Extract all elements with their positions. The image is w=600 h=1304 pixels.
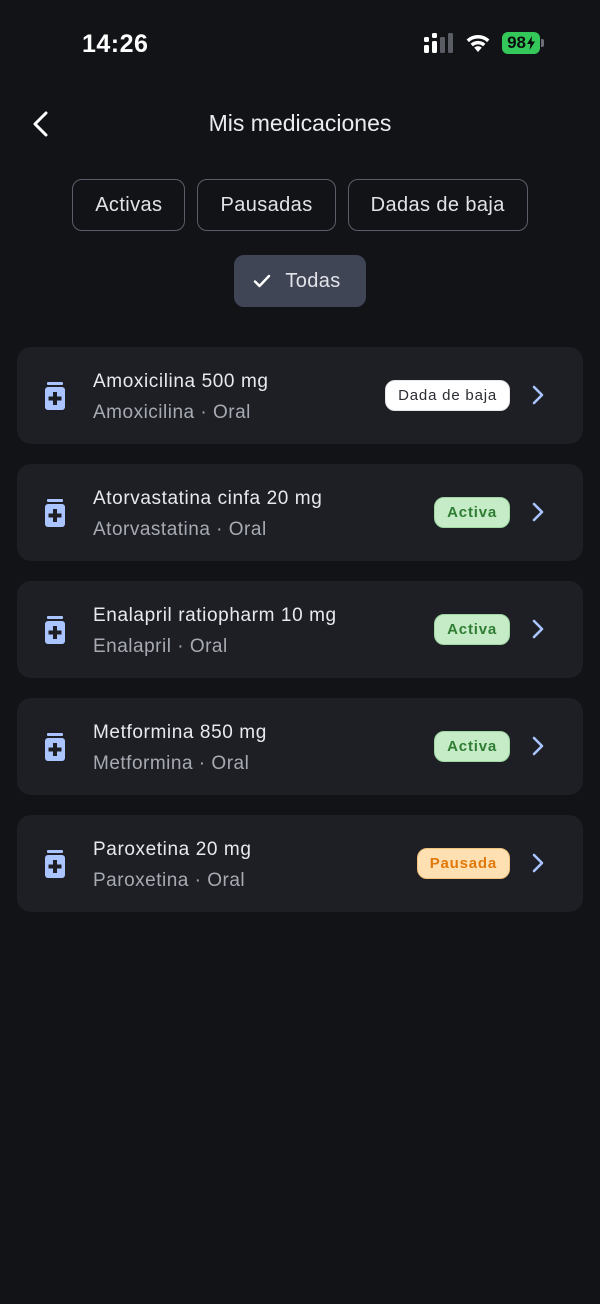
status-bar: 14:26 98: [0, 0, 600, 88]
medication-list: Amoxicilina 500 mg Amoxicilina · Oral Da…: [17, 347, 583, 912]
medication-text: Amoxicilina 500 mg Amoxicilina · Oral: [93, 371, 269, 424]
filter-chip-activas[interactable]: Activas: [72, 179, 186, 231]
battery-indicator: 98: [502, 32, 544, 54]
pill-bottle-icon: [45, 499, 65, 527]
medication-item[interactable]: Metformina 850 mg Metformina · Oral Acti…: [17, 698, 583, 795]
medication-subtitle: Metformina · Oral: [93, 753, 250, 774]
status-badge: Dada de baja: [385, 380, 510, 411]
screen: 14:26 98 Mis medicaciones Activas Pausad…: [0, 0, 600, 1304]
wifi-icon: [466, 34, 490, 52]
battery-cap: [541, 39, 544, 47]
medication-name: Paroxetina 20 mg: [93, 839, 252, 860]
pill-bottle-icon: [45, 850, 65, 878]
filter-chip-pausadas[interactable]: Pausadas: [197, 179, 336, 231]
chevron-right-icon: [532, 619, 544, 639]
filter-chip-label: Pausadas: [220, 193, 313, 216]
medication-subtitle: Enalapril · Oral: [93, 636, 228, 657]
status-time: 14:26: [82, 30, 149, 58]
filter-chip-todas[interactable]: Todas: [234, 255, 366, 307]
medication-name: Enalapril ratiopharm 10 mg: [93, 605, 337, 626]
status-badge: Activa: [434, 614, 510, 645]
header: Mis medicaciones: [0, 92, 600, 156]
filter-chip-label: Todas: [285, 269, 341, 292]
medication-subtitle: Amoxicilina · Oral: [93, 402, 251, 423]
medication-item[interactable]: Paroxetina 20 mg Paroxetina · Oral Pausa…: [17, 815, 583, 912]
medication-name: Atorvastatina cinfa 20 mg: [93, 488, 323, 509]
medication-text: Metformina 850 mg Metformina · Oral: [93, 722, 267, 775]
status-badge: Pausada: [416, 848, 510, 879]
pill-bottle-icon: [45, 616, 65, 644]
medication-name: Amoxicilina 500 mg: [93, 371, 269, 392]
medication-subtitle: Atorvastatina · Oral: [93, 519, 267, 540]
medication-text: Atorvastatina cinfa 20 mg Atorvastatina …: [93, 488, 322, 541]
filter-chip-dadas-de-baja[interactable]: Dadas de baja: [347, 179, 528, 231]
cellular-signal-icon: [424, 33, 454, 53]
chevron-right-icon: [532, 736, 544, 756]
chevron-right-icon: [532, 853, 544, 873]
battery-charging-icon: [527, 36, 535, 50]
battery-level: 98: [502, 32, 540, 54]
medication-text: Enalapril ratiopharm 10 mg Enalapril · O…: [93, 605, 337, 658]
medication-name: Metformina 850 mg: [93, 722, 267, 743]
filter-chip-label: Dadas de baja: [370, 193, 505, 216]
status-icons: 98: [424, 32, 544, 54]
medication-subtitle: Paroxetina · Oral: [93, 870, 246, 891]
checkmark-icon: [254, 274, 271, 288]
page-title: Mis medicaciones: [208, 110, 392, 136]
battery-percentage: 98: [507, 33, 526, 52]
medication-text: Paroxetina 20 mg Paroxetina · Oral: [93, 839, 252, 892]
chevron-right-icon: [532, 502, 544, 522]
filter-chip-label: Activas: [95, 193, 163, 216]
chevron-right-icon: [532, 385, 544, 405]
pill-bottle-icon: [45, 382, 65, 410]
filter-chips-row-2: Todas: [0, 255, 600, 307]
pill-bottle-icon: [45, 733, 65, 761]
medication-item[interactable]: Amoxicilina 500 mg Amoxicilina · Oral Da…: [17, 347, 583, 444]
medication-item[interactable]: Enalapril ratiopharm 10 mg Enalapril · O…: [17, 581, 583, 678]
medication-item[interactable]: Atorvastatina cinfa 20 mg Atorvastatina …: [17, 464, 583, 561]
status-badge: Activa: [434, 497, 510, 528]
filter-chips: Activas Pausadas Dadas de baja: [0, 179, 600, 231]
status-badge: Activa: [434, 731, 510, 762]
